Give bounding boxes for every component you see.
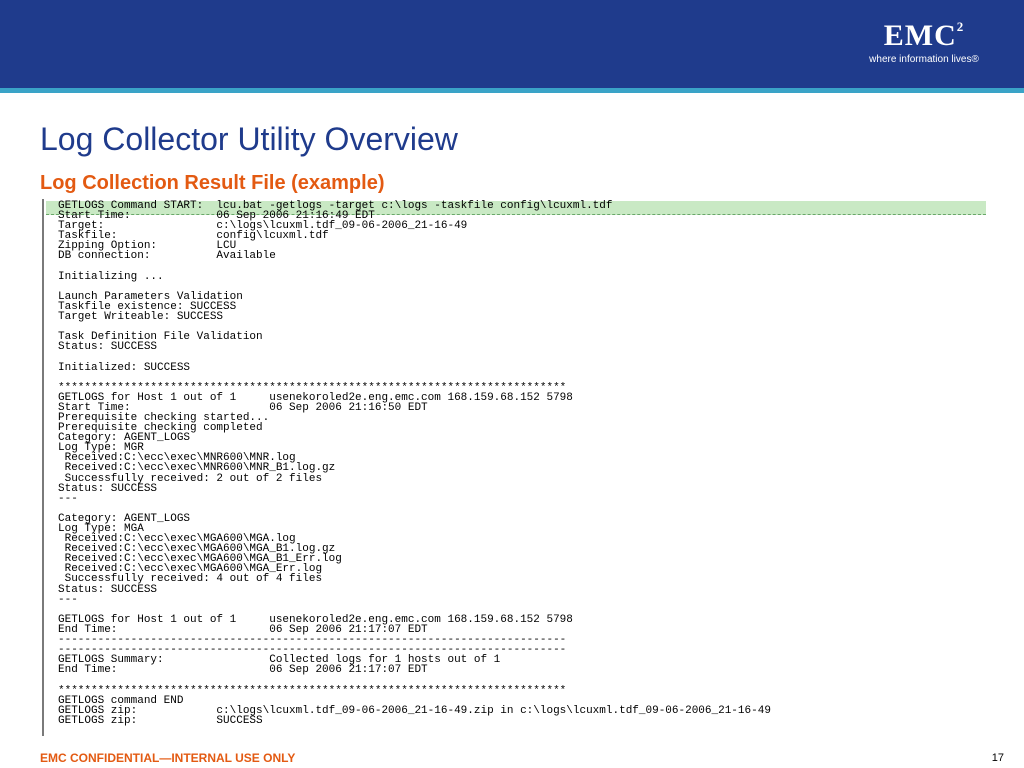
logo-tagline: where information lives® [869, 54, 979, 65]
header-accent-stripe [0, 88, 1024, 93]
emc-logo: EMC2 where information lives® [864, 20, 984, 66]
log-line: Target Writeable: SUCCESS [58, 311, 224, 324]
log-line: GETLOGS zip: SUCCESS [58, 714, 263, 727]
log-line: Category: AGENT_LOGS [58, 432, 191, 445]
log-line: Initializing ... [58, 270, 164, 283]
log-line: End Time: 06 Sep 2006 21:17:07 EDT [58, 664, 428, 677]
log-line: Task Definition File Validation [58, 331, 263, 344]
log-line: --- [58, 593, 78, 606]
log-line: Status: SUCCESS [58, 341, 158, 354]
log-text: GETLOGS Command START: lcu.bat -getlogs … [58, 200, 771, 727]
header-bar: EMC2 where information lives® [0, 0, 1024, 88]
log-line: Category: AGENT_LOGS [58, 512, 191, 525]
log-line: Successfully received: 2 out of 2 files [58, 472, 323, 485]
log-line: --- [58, 492, 78, 505]
page-number: 17 [991, 752, 1004, 764]
log-line: Initialized: SUCCESS [58, 361, 191, 374]
slide-title: Log Collector Utility Overview [40, 121, 458, 157]
log-line: DB connection: Available [58, 250, 276, 263]
slide-subtitle: Log Collection Result File (example) [40, 172, 385, 194]
log-line: Status: SUCCESS [58, 482, 158, 495]
logo-mark: EMC2 [883, 19, 965, 52]
log-line: Status: SUCCESS [58, 583, 158, 596]
footer-confidential: EMC CONFIDENTIAL—INTERNAL USE ONLY [40, 751, 296, 765]
log-line: Successfully received: 4 out of 4 files [58, 573, 323, 586]
logo-superscript: 2 [956, 19, 965, 34]
log-output-panel: GETLOGS Command START: lcu.bat -getlogs … [42, 199, 986, 736]
